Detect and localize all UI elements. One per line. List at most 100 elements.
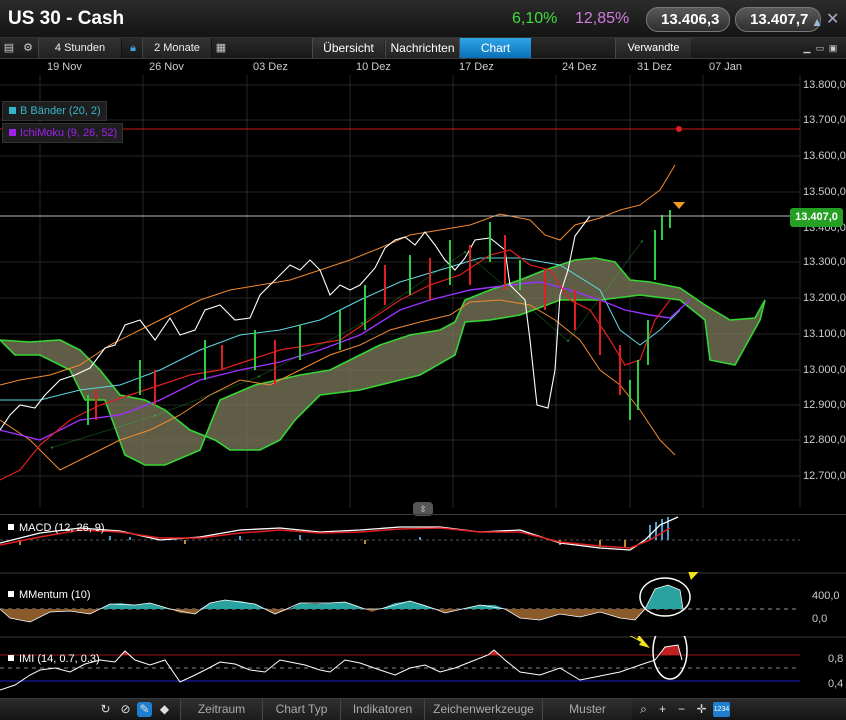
instrument-title: US 30 - Cash [8,8,125,29]
date-label: 26 Nov [149,61,184,73]
price-point [50,446,54,449]
swatch [9,129,16,136]
zoom-out-icon[interactable]: − [674,702,689,717]
price-point [360,321,364,325]
tab-news[interactable]: Nachrichten [385,38,459,58]
title-bar: US 30 - Cash 6,10% 12,85% 13.406,3 13.40… [0,0,846,38]
zoom-search-icon[interactable]: ⌕ [636,702,651,717]
panel-icon [8,655,14,661]
tab-chart[interactable]: Chart [459,38,531,58]
y-tick: 13.500,0 [803,186,846,198]
date-label: 19 Nov [47,61,82,73]
y-tick: 12.900,0 [803,399,846,411]
panel-icon [8,591,14,597]
chart-type-button[interactable]: Chart Typ [262,699,340,720]
tab-related[interactable]: Verwandte [615,38,691,58]
lock-icon[interactable]: 🔒︎ [126,41,140,55]
highlight-circle [652,636,688,680]
ichimoku-kijun [0,281,691,441]
y-tick: 13.200,0 [803,292,846,304]
date-label: 07 Jan [709,61,743,73]
imi-label-text: IMI (14, 0.7, 0.3) [19,653,100,665]
patterns-button[interactable]: Muster [542,699,632,720]
line-handle[interactable] [676,126,682,132]
maximize-icon[interactable]: ▣ [826,41,840,55]
chart-toolbar: ▤ ⚙ 4 Stunden 🔒︎ 2 Monate ▦ Übersicht Na… [0,38,846,59]
legend-label: B Bänder (20, 2) [20,105,101,117]
refresh-icon[interactable]: ↻ [98,702,113,717]
y-tick: 0,4 [828,678,844,690]
y-tick: 13.800,0 [803,79,846,91]
date-label: 10 Dez [356,61,391,73]
restore-icon[interactable]: ▭ [813,41,827,55]
imi-label[interactable]: IMI (14, 0.7, 0.3) [8,653,100,665]
price-up-arrow-icon: ▲ [811,15,823,29]
macd-histogram [109,517,669,540]
data-badge[interactable]: 1234 [713,702,730,717]
y-tick: 13.000,0 [803,364,846,376]
momentum-label-text: MMentum (10) [19,589,91,601]
price-point [463,250,467,254]
chart-window: US 30 - Cash 6,10% 12,85% 13.406,3 13.40… [0,0,846,720]
interval-select[interactable]: 4 Stunden [38,38,122,58]
price-marker-icon [673,202,685,209]
y-tick: 0,8 [828,653,844,665]
y-tick: 13.700,0 [803,114,846,126]
gear-icon[interactable]: ⚙ [21,41,35,55]
sell-price-button[interactable]: 13.406,3 [646,7,730,32]
legend-label: IchiMoku (9, 26, 52) [20,127,118,139]
legend-ichimoku[interactable]: IchiMoku (9, 26, 52) [2,123,124,143]
momentum-label[interactable]: MMentum (10) [8,589,91,601]
price-point [640,240,644,243]
eraser-icon[interactable]: ◆ [157,702,172,717]
list-icon[interactable]: ▤ [2,41,16,55]
minimize-icon[interactable]: ▁ [800,41,814,55]
price-point [566,339,570,343]
date-label: 17 Dez [459,61,494,73]
price-chart[interactable] [0,75,846,515]
annotation-arrow-icon [629,636,650,648]
zoom-in-icon[interactable]: + [655,702,670,717]
daily-change-percent: 6,10% [512,10,558,27]
macd-histogram-neg [19,540,626,548]
current-price-label: 13.407,0 [790,208,843,227]
date-label: 03 Dez [253,61,288,73]
sell-price: 13.406,3 [661,11,720,28]
range-select[interactable]: 2 Monate [142,38,212,58]
draw-pen-icon[interactable]: ✎ [137,702,152,717]
crosshair-icon[interactable]: ✛ [694,702,709,717]
y-tick: 13.300,0 [803,256,846,268]
y-tick: 12.800,0 [803,434,846,446]
buy-price-button[interactable]: 13.407,7 ▲ [735,7,823,32]
buy-price: 13.407,7 [750,11,809,28]
calendar-icon[interactable]: ▦ [214,41,228,55]
macd-label-text: MACD (12, 26, 9) [19,522,105,534]
close-icon[interactable]: ✕ [826,9,839,29]
legend-bollinger[interactable]: B Bänder (20, 2) [2,101,107,121]
bottom-toolbar: ↻ ⊘ ✎ ◆ Zeitraum Chart Typ Indikatoren Z… [0,698,846,720]
price-point [257,375,261,378]
y-tick: 13.600,0 [803,150,846,162]
imi-panel[interactable] [0,636,846,698]
date-label: 24 Dez [562,61,597,73]
drawing-tools-button[interactable]: Zeichenwerkzeuge [424,699,542,720]
momentum-panel[interactable] [0,572,846,636]
y-tick: 400,0 [812,590,840,602]
swatch [9,107,16,114]
momentum-area-positive [100,585,683,609]
y-tick: 0,0 [812,613,828,625]
period-button[interactable]: Zeitraum [180,699,262,720]
ichimoku-cloud [0,257,766,466]
disable-icon[interactable]: ⊘ [118,702,133,717]
tab-overview[interactable]: Übersicht [312,38,384,58]
macd-panel[interactable] [0,514,846,570]
macd-label[interactable]: MACD (12, 26, 9) [8,522,105,534]
period-change-percent: 12,85% [575,10,630,27]
y-tick: 12.700,0 [803,470,846,482]
panel-icon [8,524,14,530]
y-tick: 13.100,0 [803,328,846,340]
date-label: 31 Dez [637,61,672,73]
indicators-button[interactable]: Indikatoren [340,699,424,720]
date-axis: 19 Nov 26 Nov 03 Dez 10 Dez 17 Dez 24 De… [0,59,800,75]
imi-overbought [120,645,680,655]
